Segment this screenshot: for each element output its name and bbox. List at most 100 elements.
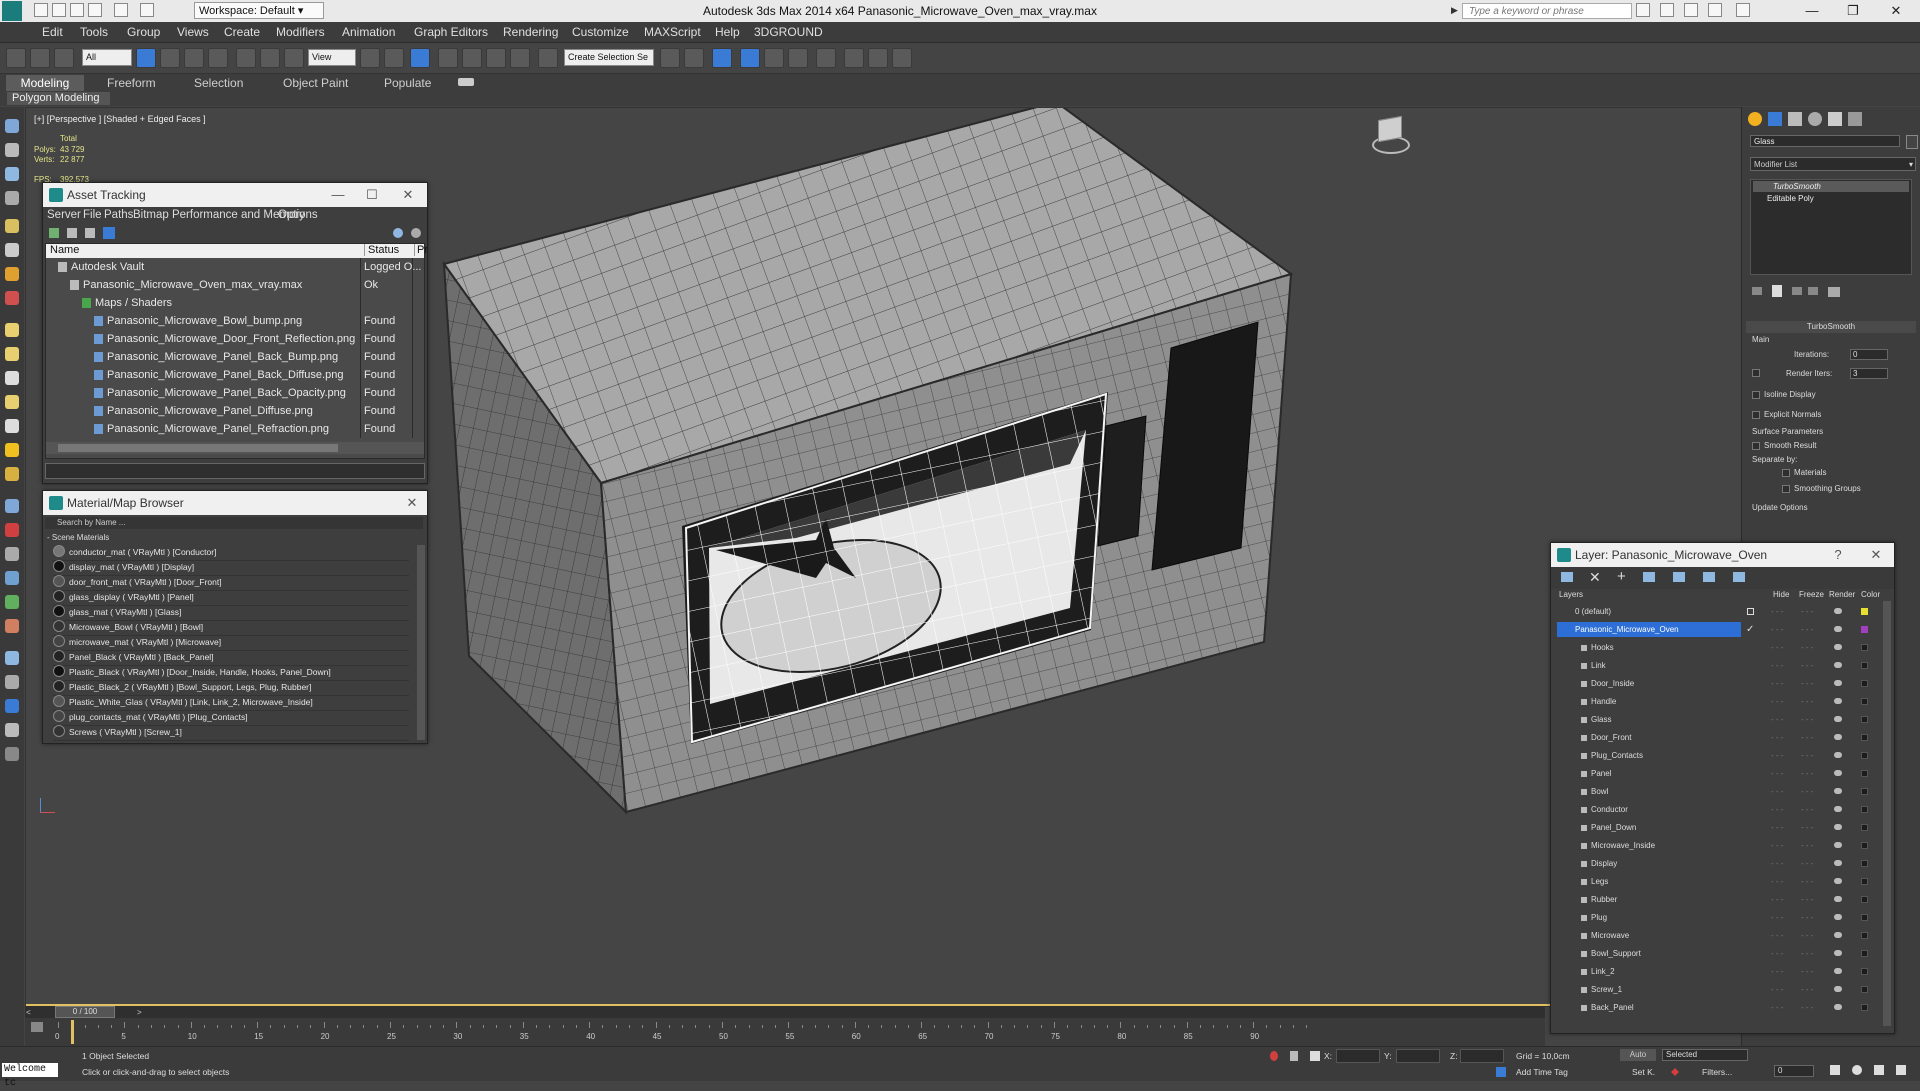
asset-vault-icon[interactable] bbox=[411, 228, 421, 238]
render-teapot-icon[interactable] bbox=[1834, 824, 1842, 830]
tab-object-paint[interactable]: Object Paint bbox=[283, 76, 348, 90]
render-teapot-icon[interactable] bbox=[1834, 1004, 1842, 1010]
modifier-stack[interactable]: TurboSmooth Editable Poly bbox=[1750, 179, 1912, 275]
layer-color-swatch[interactable] bbox=[1861, 806, 1868, 813]
layer-color-swatch[interactable] bbox=[1861, 734, 1868, 741]
render-teapot-icon[interactable] bbox=[1834, 878, 1842, 884]
layer-row-default[interactable]: 0 (default) - - -- - - bbox=[1551, 603, 1881, 621]
rendered-frame-icon[interactable] bbox=[868, 48, 888, 68]
render-teapot-icon[interactable] bbox=[1834, 950, 1842, 956]
freeze-toggle[interactable]: - - - bbox=[1801, 729, 1813, 747]
layer-object-row[interactable]: Rubber - - - - - - bbox=[1551, 891, 1881, 909]
layer-delete-icon[interactable]: ✕ bbox=[1589, 569, 1601, 586]
color-column-header[interactable]: Color bbox=[1861, 590, 1880, 599]
percent-snap-icon[interactable] bbox=[486, 48, 506, 68]
layer-add-selected-icon[interactable] bbox=[1643, 572, 1655, 582]
torus-primitive-icon[interactable] bbox=[5, 395, 19, 409]
menu-animation[interactable]: Animation bbox=[342, 25, 395, 39]
hide-toggle[interactable]: - - - bbox=[1771, 855, 1783, 873]
render-setup-icon[interactable] bbox=[844, 48, 864, 68]
layer-color-swatch[interactable] bbox=[1861, 950, 1868, 957]
layer-explorer-titlebar[interactable]: Layer: Panasonic_Microwave_Oven ? ✕ bbox=[1551, 543, 1894, 567]
isolate-selection-icon[interactable] bbox=[1270, 1051, 1278, 1061]
tab-selection[interactable]: Selection bbox=[194, 76, 243, 90]
layer-color-swatch[interactable] bbox=[1861, 986, 1868, 993]
pyramid-icon[interactable] bbox=[5, 467, 19, 481]
bind-spacewarp-icon[interactable] bbox=[54, 48, 74, 68]
select-object-icon[interactable] bbox=[136, 48, 156, 68]
freeze-toggle[interactable]: - - - bbox=[1801, 675, 1813, 693]
asset-row[interactable]: Panasonic_Microwave_Door_Front_Reflectio… bbox=[46, 330, 424, 348]
layer-object-row[interactable]: Link - - - - - - bbox=[1551, 657, 1881, 675]
viewcube-icon[interactable] bbox=[1366, 115, 1410, 156]
layer-color-swatch[interactable] bbox=[1861, 1004, 1868, 1011]
render-iters-checkbox[interactable] bbox=[1752, 369, 1760, 377]
freeze-toggle[interactable]: - - - bbox=[1801, 891, 1813, 909]
material-item[interactable]: Microwave_Bowl ( VRayMtl ) [Bowl] bbox=[53, 620, 409, 636]
render-teapot-icon[interactable] bbox=[1834, 806, 1842, 812]
rectangular-selection-icon[interactable] bbox=[184, 48, 204, 68]
helper-icon[interactable] bbox=[5, 267, 19, 281]
render-teapot-icon[interactable] bbox=[1834, 968, 1842, 974]
menu-tools[interactable]: Tools bbox=[80, 25, 108, 39]
color-swatch-icon[interactable] bbox=[5, 699, 19, 713]
redo-icon[interactable] bbox=[114, 3, 128, 17]
smoothing-groups-checkbox[interactable] bbox=[1782, 485, 1790, 493]
layer-color-swatch[interactable] bbox=[1861, 662, 1868, 669]
maxscript-listener[interactable]: Welcome tc bbox=[2, 1063, 58, 1089]
create-tab-icon[interactable] bbox=[1748, 112, 1762, 126]
layer-object-row[interactable]: Panel - - - - - - bbox=[1551, 765, 1881, 783]
project-folder-icon[interactable] bbox=[140, 3, 154, 17]
unlink-icon[interactable] bbox=[30, 48, 50, 68]
asset-maximize-button[interactable]: ☐ bbox=[357, 183, 387, 207]
absolute-mode-icon[interactable] bbox=[1310, 1051, 1320, 1061]
hide-toggle[interactable]: - - - bbox=[1771, 801, 1783, 819]
materials-checkbox[interactable] bbox=[1782, 469, 1790, 477]
hide-toggle[interactable]: - - - bbox=[1771, 675, 1783, 693]
cylinder-primitive-icon[interactable] bbox=[5, 371, 19, 385]
modify-tab-icon[interactable] bbox=[1768, 112, 1782, 126]
layer-color-swatch[interactable] bbox=[1861, 896, 1868, 903]
freeze-toggle[interactable]: - - - bbox=[1801, 855, 1813, 873]
menu-views[interactable]: Views bbox=[177, 25, 209, 39]
render-teapot-icon[interactable] bbox=[1834, 860, 1842, 866]
render-teapot-icon[interactable] bbox=[1834, 896, 1842, 902]
hide-toggle[interactable]: - - - bbox=[1771, 999, 1783, 1017]
layer-object-row[interactable]: Microwave_Inside - - - - - - bbox=[1551, 837, 1881, 855]
document-icon[interactable] bbox=[5, 723, 19, 737]
freeze-toggle[interactable]: - - - bbox=[1801, 927, 1813, 945]
search-arrow-icon[interactable]: ▶ bbox=[1451, 5, 1458, 16]
layer-object-row[interactable]: Door_Front - - - - - - bbox=[1551, 729, 1881, 747]
light-icon[interactable] bbox=[5, 243, 19, 257]
asset-menu-server[interactable]: Server bbox=[47, 209, 81, 221]
layer-color-swatch[interactable] bbox=[1861, 878, 1868, 885]
material-item[interactable]: Screws ( VRayMtl ) [Screw_1] bbox=[53, 725, 409, 741]
hide-toggle[interactable]: - - - bbox=[1771, 927, 1783, 945]
layer-object-row[interactable]: Conductor - - - - - - bbox=[1551, 801, 1881, 819]
workspace-dropdown[interactable]: Workspace: Default ▾ bbox=[194, 2, 324, 19]
render-teapot-icon[interactable] bbox=[1834, 770, 1842, 776]
smooth-result-checkbox[interactable] bbox=[1752, 442, 1760, 450]
rotate-icon[interactable] bbox=[260, 48, 280, 68]
menu-rendering[interactable]: Rendering bbox=[503, 25, 558, 39]
layer-object-row[interactable]: Glass - - - - - - bbox=[1551, 711, 1881, 729]
layer-explorer-icon[interactable] bbox=[712, 48, 732, 68]
material-item[interactable]: glass_mat ( VRayMtl ) [Glass] bbox=[53, 605, 409, 621]
menu-group[interactable]: Group bbox=[127, 25, 160, 39]
close-button[interactable]: ✕ bbox=[1874, 1, 1918, 21]
hide-toggle[interactable]: - - - bbox=[1771, 909, 1783, 927]
layer-row-active[interactable]: Panasonic_Microwave_Oven ✓ - - -- - - bbox=[1551, 621, 1881, 639]
viewport-layout-icon[interactable] bbox=[5, 119, 19, 133]
hide-toggle[interactable]: - - - bbox=[1771, 819, 1783, 837]
remove-modifier-icon[interactable] bbox=[1808, 287, 1818, 295]
render-teapot-icon[interactable] bbox=[1834, 644, 1842, 650]
render-column-header[interactable]: Render bbox=[1829, 590, 1855, 599]
z-coordinate-field[interactable] bbox=[1460, 1049, 1504, 1063]
hide-toggle[interactable]: - - - bbox=[1771, 657, 1783, 675]
layer-color-swatch[interactable] bbox=[1861, 914, 1868, 921]
selection-filter-dropdown[interactable]: All bbox=[82, 49, 132, 66]
sun-icon[interactable] bbox=[5, 443, 19, 457]
x-coordinate-field[interactable] bbox=[1336, 1049, 1380, 1063]
align-icon[interactable] bbox=[684, 48, 704, 68]
hide-toggle[interactable]: - - - bbox=[1771, 729, 1783, 747]
